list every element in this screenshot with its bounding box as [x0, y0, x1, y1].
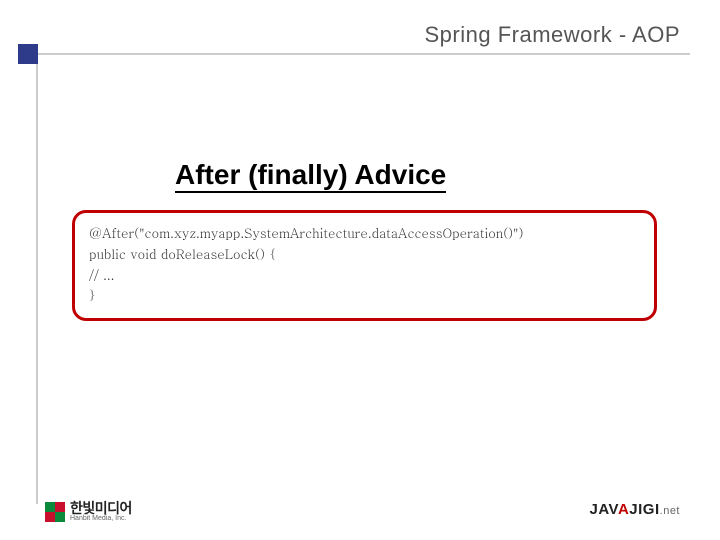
hanbit-name-ko: 한빛미디어 — [70, 501, 132, 515]
corner-accent-block — [18, 44, 38, 64]
javajigi-part4: .net — [660, 505, 680, 517]
hanbit-name-en: Hanbit Media, Inc. — [70, 515, 132, 522]
javajigi-part3: JIGI — [629, 501, 659, 518]
slide-title: After (finally) Advice — [175, 160, 446, 193]
hanbit-logo-icon — [45, 502, 65, 522]
javajigi-part2: A — [618, 501, 629, 518]
javajigi-part1: JAV — [589, 501, 617, 518]
side-divider — [36, 44, 38, 504]
footer-left-logo: 한빛미디어 Hanbit Media, Inc. — [45, 501, 132, 522]
code-line: @After("com.xyz.myapp.SystemArchitecture… — [89, 223, 640, 244]
header-divider — [28, 53, 690, 55]
code-line: public void doReleaseLock() { — [89, 244, 640, 265]
code-example-box: @After("com.xyz.myapp.SystemArchitecture… — [72, 210, 657, 321]
code-line: // ... — [89, 265, 640, 286]
code-line: } — [89, 285, 640, 306]
footer-right-logo: JAVAJIGI.net — [589, 501, 680, 518]
header: Spring Framework - AOP — [0, 22, 720, 48]
hanbit-logo-text: 한빛미디어 Hanbit Media, Inc. — [70, 501, 132, 522]
page-header-title: Spring Framework - AOP — [0, 22, 720, 48]
